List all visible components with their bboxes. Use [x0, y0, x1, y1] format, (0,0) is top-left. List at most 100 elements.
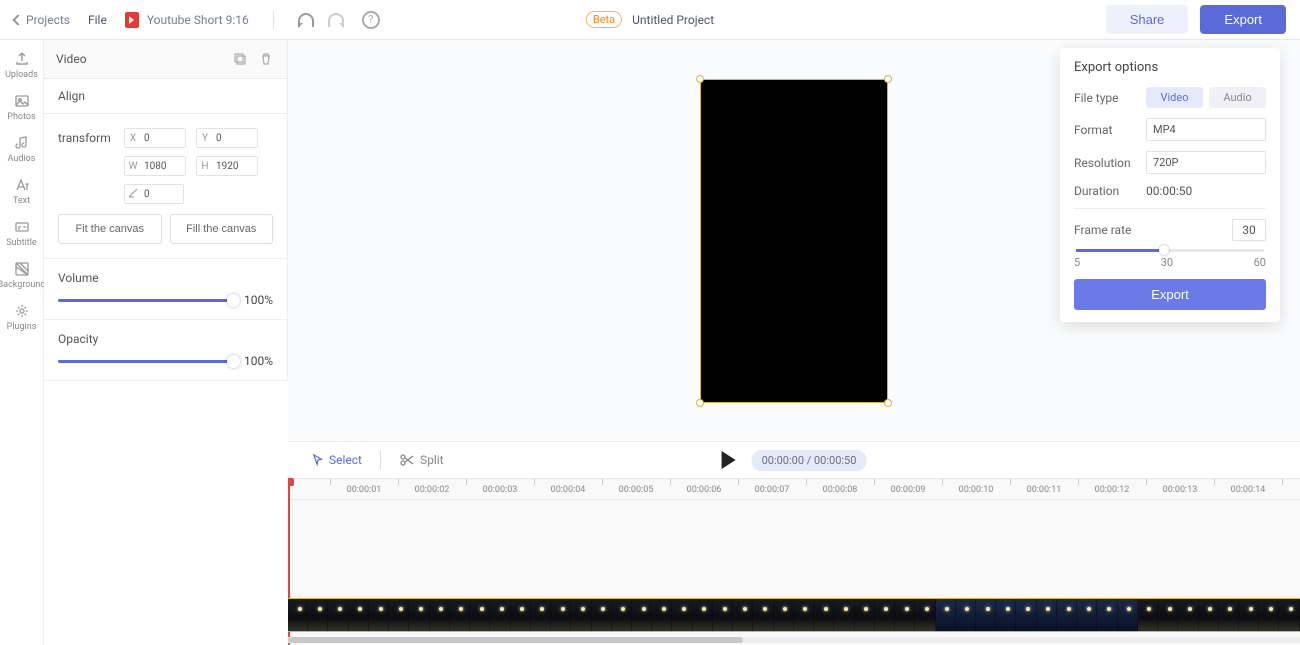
timeline-thumbnail[interactable]: [956, 599, 976, 631]
timeline-thumbnail[interactable]: [693, 599, 713, 631]
export-confirm-button[interactable]: Export: [1074, 279, 1266, 310]
timeline-thumbnail[interactable]: [814, 599, 834, 631]
timeline-thumbnail[interactable]: [652, 599, 672, 631]
rail-text[interactable]: Text: [0, 176, 43, 206]
rail-subtitle[interactable]: Subtitle: [0, 218, 43, 248]
timeline-thumbnail[interactable]: [895, 599, 915, 631]
copy-icon[interactable]: [231, 50, 249, 68]
project-title[interactable]: Untitled Project: [632, 13, 714, 27]
timeline-thumbnail[interactable]: [672, 599, 692, 631]
file-type-video[interactable]: Video: [1146, 87, 1203, 108]
timeline-thumbnail[interactable]: [1158, 599, 1178, 631]
timeline-thumbnail[interactable]: [450, 599, 470, 631]
play-icon[interactable]: [722, 451, 736, 469]
fit-canvas-button[interactable]: Fit the canvas: [58, 214, 162, 244]
timeline-thumbnail[interactable]: [430, 599, 450, 631]
timeline-thumbnail[interactable]: [490, 599, 510, 631]
timeline-thumbnail[interactable]: [288, 599, 308, 631]
timeline-thumbnail[interactable]: [1118, 599, 1138, 631]
transform-rotation-input[interactable]: 0: [124, 184, 184, 204]
share-button[interactable]: Share: [1106, 5, 1189, 34]
timeline-thumbnail[interactable]: [1199, 599, 1219, 631]
timeline-thumbnail[interactable]: [531, 599, 551, 631]
timeline-thumbnail[interactable]: [1138, 599, 1158, 631]
timeline-thumbnail[interactable]: [1016, 599, 1036, 631]
timeline-thumbnail[interactable]: [571, 599, 591, 631]
scrollbar-thumb[interactable]: [288, 637, 743, 643]
file-type-audio[interactable]: Audio: [1209, 87, 1266, 108]
help-icon[interactable]: ?: [362, 11, 380, 29]
timeline-thumbnail[interactable]: [632, 599, 652, 631]
projects-back[interactable]: Projects: [14, 13, 70, 27]
timeline-thumbnail[interactable]: [774, 599, 794, 631]
template-indicator[interactable]: Youtube Short 9:16: [125, 12, 249, 28]
timeline-thumbnail[interactable]: [308, 599, 328, 631]
timeline-thumbnail[interactable]: [733, 599, 753, 631]
timeline-thumbnail[interactable]: [592, 599, 612, 631]
rail-photos[interactable]: Photos: [0, 92, 43, 122]
timeline-thumbnail[interactable]: [1279, 599, 1299, 631]
timeline-thumbnail[interactable]: [1057, 599, 1077, 631]
timeline-thumbnail[interactable]: [936, 599, 956, 631]
align-label: Align: [58, 89, 85, 103]
delete-icon[interactable]: [257, 50, 275, 68]
timeline-thumbnail[interactable]: [511, 599, 531, 631]
resolution-select[interactable]: 720P: [1146, 151, 1266, 174]
timeline-thumbnail[interactable]: [328, 599, 348, 631]
timeline-thumbnail[interactable]: [1097, 599, 1117, 631]
export-button[interactable]: Export: [1200, 5, 1286, 34]
time-ruler[interactable]: 00:00:0100:00:0200:00:0300:00:0400:00:05…: [288, 478, 1300, 500]
split-tool[interactable]: Split: [399, 453, 444, 467]
timeline-thumbnail[interactable]: [1077, 599, 1097, 631]
timeline-thumbnail[interactable]: [875, 599, 895, 631]
timeline-thumbnail[interactable]: [470, 599, 490, 631]
align-section[interactable]: Align: [44, 79, 287, 114]
rail-plugins[interactable]: Plugins: [0, 302, 43, 332]
select-tool[interactable]: Select: [312, 453, 362, 467]
timeline-thumbnail[interactable]: [1178, 599, 1198, 631]
timeline-thumbnail[interactable]: [349, 599, 369, 631]
video-track[interactable]: [288, 598, 1300, 632]
file-menu[interactable]: File: [88, 13, 107, 27]
timeline-thumbnail[interactable]: [369, 599, 389, 631]
redo-icon[interactable]: [328, 13, 344, 27]
rail-uploads[interactable]: Uploads: [0, 50, 43, 80]
transform-y-input[interactable]: Y0: [196, 128, 258, 148]
framerate-slider[interactable]: [1076, 249, 1264, 252]
timeline-thumbnail[interactable]: [713, 599, 733, 631]
timeline-thumbnail[interactable]: [409, 599, 429, 631]
rail-audios[interactable]: Audios: [0, 134, 43, 164]
horizontal-scrollbar[interactable]: [288, 637, 1300, 643]
transform-h-input[interactable]: H1920: [196, 156, 258, 176]
timeline-thumbnail[interactable]: [915, 599, 935, 631]
fill-canvas-button[interactable]: Fill the canvas: [170, 214, 274, 244]
transform-w-input[interactable]: W1080: [124, 156, 186, 176]
timeline-thumbnail[interactable]: [855, 599, 875, 631]
resize-handle-bl[interactable]: [696, 399, 704, 407]
undo-icon[interactable]: [298, 13, 314, 27]
timeline-thumbnail[interactable]: [1259, 599, 1279, 631]
timeline-thumbnail[interactable]: [996, 599, 1016, 631]
transform-label: transform: [58, 131, 114, 145]
timeline-thumbnail[interactable]: [389, 599, 409, 631]
framerate-input[interactable]: 30: [1232, 219, 1266, 241]
resize-handle-tl[interactable]: [696, 75, 704, 83]
timeline-thumbnail[interactable]: [1239, 599, 1259, 631]
opacity-slider[interactable]: [58, 360, 234, 363]
timeline-thumbnail[interactable]: [976, 599, 996, 631]
transform-x-input[interactable]: X0: [124, 128, 186, 148]
resize-handle-br[interactable]: [884, 399, 892, 407]
timeline-thumbnail[interactable]: [612, 599, 632, 631]
video-clip-preview[interactable]: [700, 79, 888, 403]
rail-background[interactable]: Background: [0, 260, 43, 290]
timeline-thumbnail[interactable]: [834, 599, 854, 631]
resize-handle-tr[interactable]: [884, 75, 892, 83]
timeline-thumbnail[interactable]: [1037, 599, 1057, 631]
timeline-thumbnail[interactable]: [753, 599, 773, 631]
timeline-thumbnail[interactable]: [794, 599, 814, 631]
format-select[interactable]: MP4: [1146, 118, 1266, 141]
rail-label: Subtitle: [6, 238, 36, 248]
timeline-thumbnail[interactable]: [551, 599, 571, 631]
volume-slider[interactable]: [58, 299, 234, 302]
timeline-thumbnail[interactable]: [1219, 599, 1239, 631]
